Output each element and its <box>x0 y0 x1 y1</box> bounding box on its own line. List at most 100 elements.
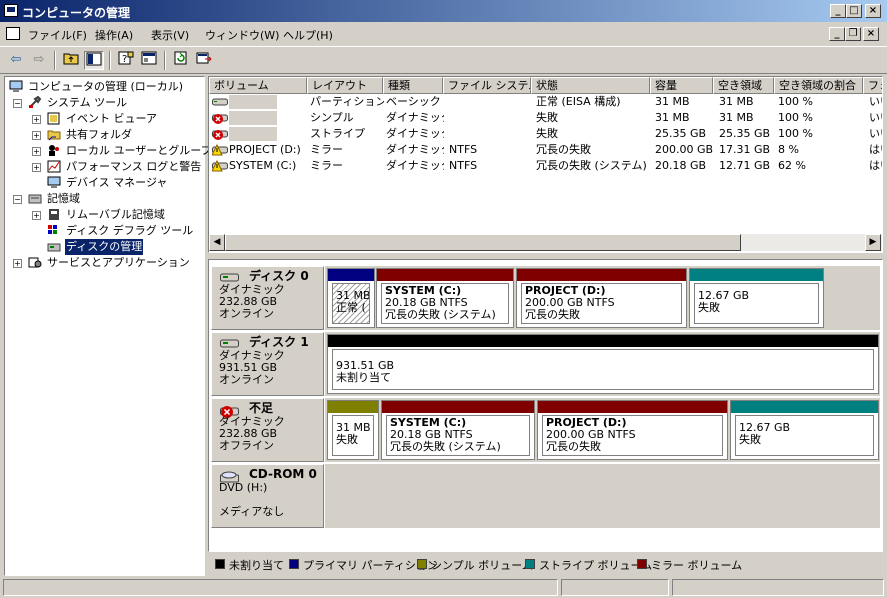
scroll-right-icon[interactable]: ▶ <box>865 234 881 251</box>
column-header-free-percent[interactable]: 空き領域の割合 <box>774 77 863 94</box>
disk-row[interactable]: 不足 ダイナミック 232.88 GB オフライン 31 MB 失敗 SYSTEM (C:)… <box>211 398 880 462</box>
disk-name: 不足 <box>249 401 274 415</box>
tree-item-services-apps[interactable]: + サービスとアプリケーション <box>5 255 204 271</box>
volume-block[interactable]: SYSTEM (C:) 20.18 GB NTFS 冗長の失敗 (システム) <box>376 268 514 328</box>
close-button[interactable]: × <box>865 4 881 18</box>
menu-action[interactable]: 操作(A) <box>95 27 133 43</box>
table-row[interactable]: ストライプ ダイナミック 失敗 25.35 GB 25.35 GB 100 % いい <box>209 126 882 142</box>
volume-color-bar <box>690 269 823 281</box>
disk-icon <box>220 339 240 349</box>
maximize-button[interactable]: □ <box>846 4 862 18</box>
cell-volume <box>229 127 277 141</box>
table-row[interactable]: SYSTEM (C:) ミラー ダイナミック NTFS 冗長の失敗 (システム) 20.1… <box>209 158 882 174</box>
collapse-icon[interactable]: − <box>13 195 22 204</box>
volume-block[interactable]: 31 MB 失敗 <box>327 400 379 460</box>
disk-row[interactable]: ディスク 1 ダイナミック 931.51 GB オンライン 931.51 GB 未割り当て <box>211 332 880 396</box>
volume-block[interactable]: 931.51 GB 未割り当て <box>327 334 879 394</box>
tree-item-root[interactable]: コンピュータの管理 (ローカル) <box>5 79 204 95</box>
tree-item-perf-logs[interactable]: + パフォーマンス ログと警告 <box>5 159 204 175</box>
back-icon[interactable]: ⇦ <box>6 51 26 70</box>
disk-row[interactable]: CD-ROM 0 DVD (H:) メディアなし <box>211 464 880 528</box>
volume-block[interactable]: 12.67 GB 失敗 <box>689 268 824 328</box>
disk-info-panel[interactable]: CD-ROM 0 DVD (H:) メディアなし <box>211 464 324 528</box>
drive-icon <box>212 96 228 108</box>
refresh-icon[interactable] <box>171 51 191 70</box>
computer-management-icon[interactable] <box>4 4 18 17</box>
cell-pct: 100 % <box>778 95 813 108</box>
expand-icon[interactable]: + <box>32 147 41 156</box>
mdi-system-menu-icon[interactable] <box>6 27 20 40</box>
tree-item-device-manager[interactable]: デバイス マネージャ <box>5 175 204 191</box>
mdi-close-button[interactable]: × <box>863 27 879 41</box>
volume-block[interactable]: 31 MB 正常 ( <box>327 268 375 328</box>
menu-window[interactable]: ウィンドウ(W) <box>205 27 279 43</box>
tree-item-disk-management[interactable]: ディスクの管理 <box>5 239 204 255</box>
column-header-volume[interactable]: ボリューム <box>209 77 307 94</box>
expand-icon[interactable]: + <box>32 211 41 220</box>
properties-icon[interactable]: ? <box>116 51 136 70</box>
tree-item-shared-folders[interactable]: + 共有フォルダ <box>5 127 204 143</box>
tree-item-event-viewer[interactable]: + イベント ビューア <box>5 111 204 127</box>
volume-details: SYSTEM (C:) 20.18 GB NTFS 冗長の失敗 (システム) <box>386 415 530 456</box>
storage-icon <box>28 192 42 205</box>
table-row[interactable]: PROJECT (D:) ミラー ダイナミック NTFS 冗長の失敗 200.00 GB 1… <box>209 142 882 158</box>
cell-pct: 100 % <box>778 111 813 124</box>
toolbar-separator <box>164 51 166 70</box>
column-header-type[interactable]: 種類 <box>383 77 443 94</box>
expand-icon[interactable]: + <box>13 259 22 268</box>
menu-view[interactable]: 表示(V) <box>151 27 189 43</box>
column-header-free-space[interactable]: 空き領域 <box>713 77 774 94</box>
help-icon[interactable] <box>139 51 159 70</box>
tree-item-disk-defrag[interactable]: ディスク デフラグ ツール <box>5 223 204 239</box>
expand-icon[interactable]: + <box>32 163 41 172</box>
scroll-thumb[interactable] <box>225 234 741 251</box>
show-tree-icon[interactable] <box>84 51 104 70</box>
title-bar[interactable]: コンピュータの管理 _ □ × <box>0 0 887 22</box>
volume-block[interactable]: PROJECT (D:) 200.00 GB NTFS 冗長の失敗 <box>516 268 687 328</box>
console-tree[interactable]: コンピュータの管理 (ローカル) − システム ツール + イベント ビューア … <box>4 76 212 576</box>
volume-block[interactable]: 12.67 GB 失敗 <box>730 400 879 460</box>
column-header-status[interactable]: 状態 <box>531 77 650 94</box>
scroll-left-icon[interactable]: ◀ <box>209 234 225 251</box>
disk-info-panel[interactable]: ディスク 0 ダイナミック 232.88 GB オンライン <box>211 266 324 330</box>
minimize-button[interactable]: _ <box>830 4 846 18</box>
column-header-filesystem[interactable]: ファイル システム <box>443 77 531 94</box>
tree-item-system-tools[interactable]: − システム ツール <box>5 95 204 111</box>
tree-item-storage[interactable]: − 記憶域 <box>5 191 204 207</box>
volume-details: PROJECT (D:) 200.00 GB NTFS 冗長の失敗 <box>521 283 682 324</box>
column-header-fault-tolerance[interactable]: フォ <box>863 77 882 94</box>
cell-pct: 100 % <box>778 127 813 140</box>
column-header-layout[interactable]: レイアウト <box>307 77 383 94</box>
volume-details: 931.51 GB 未割り当て <box>332 349 874 390</box>
up-folder-icon[interactable] <box>61 51 81 70</box>
disk-kind: ダイナミック <box>219 415 285 428</box>
horizontal-scrollbar[interactable]: ◀ ▶ <box>209 234 882 251</box>
column-header-capacity[interactable]: 容量 <box>650 77 713 94</box>
menu-file[interactable]: ファイル(F) <box>28 27 87 43</box>
expand-icon[interactable]: + <box>32 131 41 140</box>
volume-block[interactable]: PROJECT (D:) 200.00 GB NTFS 冗長の失敗 <box>537 400 728 460</box>
cell-volume: SYSTEM (C:) <box>229 159 297 172</box>
disk-graphical-view[interactable]: ディスク 0 ダイナミック 232.88 GB オンライン 31 MB 正常 (SYSTE… <box>208 259 883 552</box>
tree-label: システム ツール <box>47 96 128 109</box>
tree-item-local-users[interactable]: + ローカル ユーザーとグループ <box>5 143 212 159</box>
table-row[interactable]: シンプル ダイナミック 失敗 31 MB 31 MB 100 % いい <box>209 110 882 126</box>
mdi-minimize-button[interactable]: _ <box>829 27 845 41</box>
export-icon[interactable] <box>194 51 214 70</box>
volume-list[interactable]: ボリューム レイアウト 種類 ファイル システム 状態 容量 空き領域 空き領域… <box>208 76 883 253</box>
disk-info-panel[interactable]: 不足 ダイナミック 232.88 GB オフライン <box>211 398 324 462</box>
computer-icon <box>9 80 23 93</box>
tree-label: ディスク デフラグ ツール <box>66 224 194 237</box>
disk-row[interactable]: ディスク 0 ダイナミック 232.88 GB オンライン 31 MB 正常 (SYSTE… <box>211 266 880 330</box>
collapse-icon[interactable]: − <box>13 99 22 108</box>
volume-block[interactable]: SYSTEM (C:) 20.18 GB NTFS 冗長の失敗 (システム) <box>381 400 535 460</box>
forward-icon[interactable]: ⇨ <box>29 51 49 70</box>
disk-info-panel[interactable]: ディスク 1 ダイナミック 931.51 GB オンライン <box>211 332 324 396</box>
menu-help[interactable]: ヘルプ(H) <box>283 27 333 43</box>
tree-item-removable-storage[interactable]: + リムーバブル記憶域 <box>5 207 204 223</box>
mdi-restore-button[interactable]: ❐ <box>845 27 861 41</box>
volume-color-bar <box>731 401 878 413</box>
table-row[interactable]: パーティション ベーシック 正常 (EISA 構成) 31 MB 31 MB 100 % い… <box>209 94 882 110</box>
expand-icon[interactable]: + <box>32 115 41 124</box>
device-manager-icon <box>47 176 61 189</box>
